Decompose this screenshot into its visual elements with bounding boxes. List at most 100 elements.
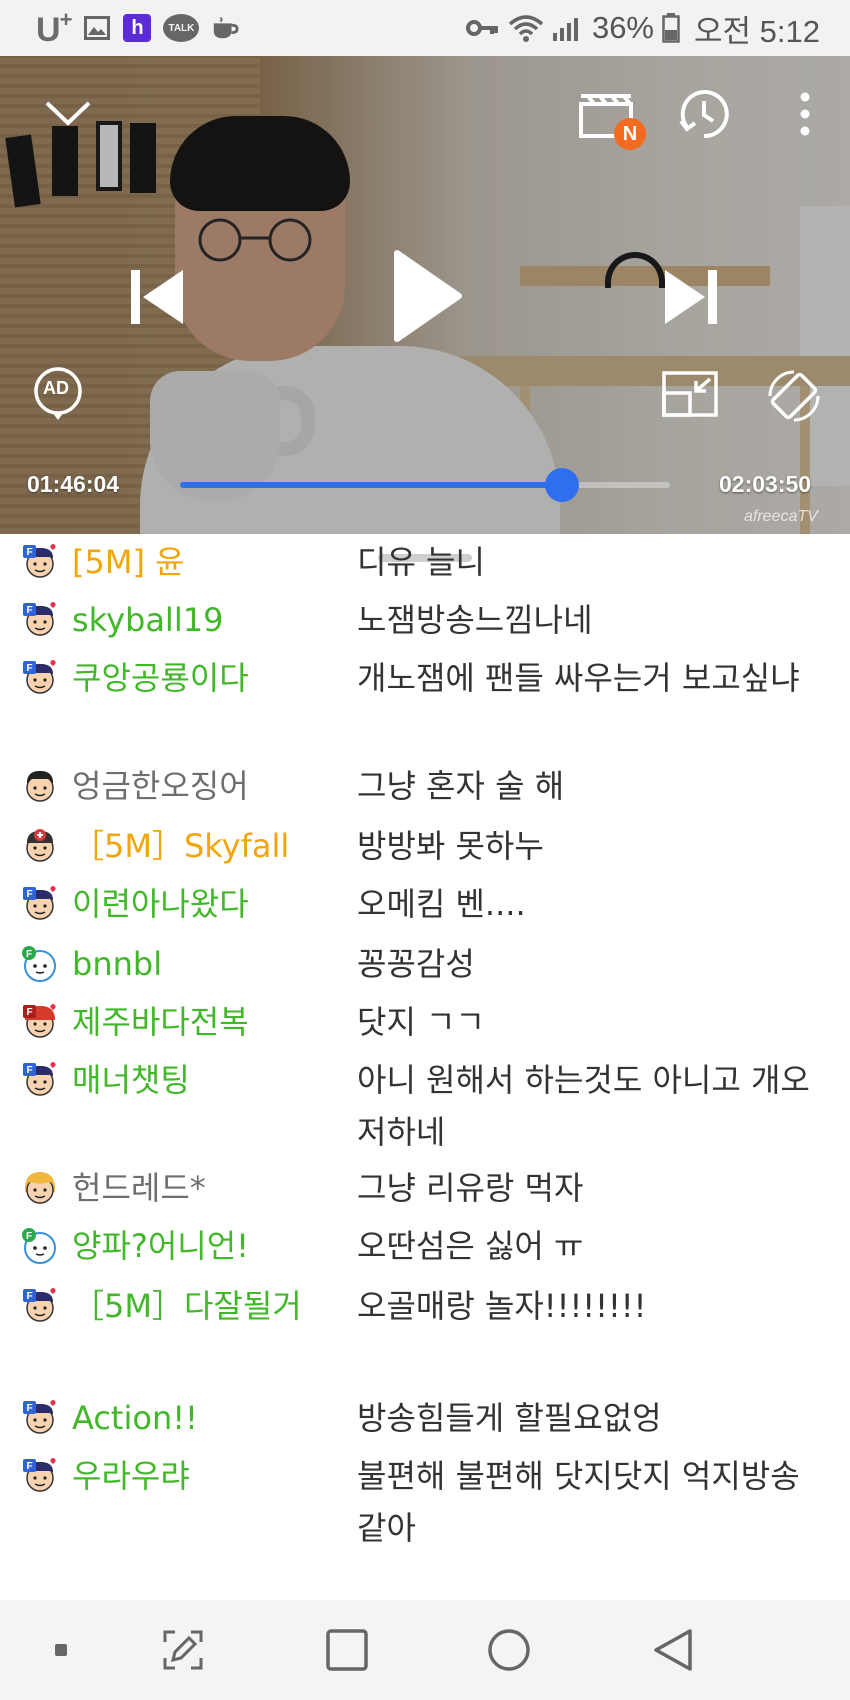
key-icon: [465, 15, 500, 41]
chat-message[interactable]: ［5M］Skyfall 방방봐 못하누: [0, 820, 850, 878]
chat-message[interactable]: F 매너챗팅 아니 원해서 하는것도 아니고 개오저하네: [0, 1054, 850, 1164]
chat-message[interactable]: F 쿠앙공룡이다 개노잼에 팬들 싸우는거 보고싶냐: [0, 652, 850, 762]
next-icon[interactable]: [660, 262, 722, 332]
chat-message-text: 방방봐 못하누: [357, 827, 544, 865]
chat-nickname[interactable]: 양파?어니언!: [72, 1220, 312, 1272]
user-avatar-icon[interactable]: F: [20, 600, 60, 640]
screenshot-edit-icon[interactable]: [158, 1625, 208, 1675]
svg-text:F: F: [26, 889, 32, 900]
home-icon[interactable]: [484, 1625, 534, 1675]
carrier-label: U+: [36, 6, 72, 49]
pip-icon[interactable]: [660, 368, 720, 420]
seek-bar-fill: [180, 482, 563, 488]
user-avatar-icon[interactable]: F: [20, 884, 60, 924]
chat-nickname[interactable]: bnnbl: [72, 938, 312, 990]
svg-text:F: F: [26, 949, 32, 960]
svg-text:F: F: [26, 1403, 32, 1414]
chat-nickname[interactable]: ［5M］다잘될거: [72, 1280, 312, 1332]
talk-icon: TALK: [163, 14, 200, 42]
chat-nickname[interactable]: 이련아나왔다: [72, 878, 312, 930]
chat-message[interactable]: F 양파?어니언! 오딴섬은 싫어 ㅠ: [0, 1220, 850, 1278]
chat-nickname[interactable]: 헌드레드*: [72, 1162, 312, 1214]
user-avatar-icon[interactable]: F: [20, 1398, 60, 1438]
signal-icon: [552, 15, 584, 41]
clock: 오전 5:12: [694, 13, 820, 49]
chat-message[interactable]: F ［5M］다잘될거 오골매랑 놀자!!!!!!!!: [0, 1280, 850, 1390]
user-avatar-icon[interactable]: F: [20, 1002, 60, 1042]
hbadge-icon: h: [123, 14, 152, 42]
new-badge: N: [614, 118, 646, 150]
history-clock-icon[interactable]: [676, 86, 732, 142]
chat-nickname[interactable]: 제주바다전복: [72, 996, 312, 1048]
chat-message[interactable]: 엉금한오징어 그냥 혼자 술 해: [0, 760, 850, 818]
chat-nickname[interactable]: 매너챗팅: [72, 1054, 312, 1106]
chat-message[interactable]: F 제주바다전복 닷지 ㄱㄱ: [0, 996, 850, 1054]
total-time: 02:03:50: [719, 471, 812, 497]
user-avatar-icon[interactable]: [20, 766, 60, 806]
svg-text:F: F: [26, 1231, 32, 1242]
user-avatar-icon[interactable]: [20, 826, 60, 866]
seek-thumb[interactable]: [545, 468, 580, 502]
svg-text:F: F: [26, 1291, 32, 1302]
battery-icon: [662, 13, 680, 43]
chat-nickname[interactable]: 엉금한오징어: [72, 760, 312, 812]
previous-icon[interactable]: [126, 262, 188, 332]
image-icon: [83, 15, 111, 41]
chat-message-text: 닷지 ㄱㄱ: [357, 1003, 485, 1041]
rotate-screen-icon[interactable]: [762, 364, 826, 428]
chat-message-text: 디유 늘니: [357, 543, 485, 581]
svg-text:F: F: [26, 663, 32, 674]
user-avatar-icon[interactable]: F: [20, 1286, 60, 1326]
battery-percent: 36%: [591, 10, 654, 45]
more-menu-icon[interactable]: [788, 86, 822, 142]
svg-text:F: F: [26, 1007, 32, 1018]
user-avatar-icon[interactable]: F: [20, 1226, 60, 1266]
chat-nickname[interactable]: ［5M］Skyfall: [72, 820, 312, 872]
chat-message[interactable]: F Action!! 방송힘들게 할필요없엉: [0, 1392, 850, 1450]
user-avatar-icon[interactable]: F: [20, 542, 60, 582]
user-avatar-icon[interactable]: F: [20, 1060, 60, 1100]
svg-text:F: F: [26, 605, 32, 616]
current-time: 01:46:04: [27, 471, 120, 497]
chat-message-text: 노잼방송느낌나네: [357, 601, 593, 639]
play-icon[interactable]: [388, 246, 468, 346]
collapse-chevron-icon[interactable]: [40, 86, 96, 142]
user-avatar-icon[interactable]: F: [20, 658, 60, 698]
chat-message-text: 그냥 혼자 술 해: [357, 767, 565, 805]
svg-text:F: F: [26, 1461, 32, 1472]
chat-message-text: 아니 원해서 하는것도 아니고 개오저하네: [357, 1061, 810, 1151]
user-avatar-icon[interactable]: F: [20, 1456, 60, 1496]
chat-message[interactable]: Fbnnbl 꽁꽁감성: [0, 938, 850, 996]
seek-bar[interactable]: [180, 468, 670, 502]
coffee-icon: [211, 15, 239, 41]
chat-nickname[interactable]: 쿠앙공룡이다: [72, 652, 312, 704]
watermark-logo: afreecaTV: [744, 508, 818, 525]
chat-message-text: 그냥 리유랑 먹자: [357, 1169, 584, 1207]
user-avatar-icon[interactable]: [20, 1168, 60, 1208]
svg-text:F: F: [26, 1065, 32, 1076]
chat-nickname[interactable]: Action!!: [72, 1392, 312, 1444]
back-icon[interactable]: [648, 1625, 698, 1675]
chat-message-text: 오메킴 벤....: [357, 885, 526, 923]
chat-message[interactable]: 헌드레드* 그냥 리유랑 먹자: [0, 1162, 850, 1220]
chat-nickname[interactable]: [5M] 윤: [72, 536, 312, 588]
chat-message[interactable]: Fskyball19 노잼방송느낌나네: [0, 594, 850, 652]
chat-message-text: 오딴섬은 싫어 ㅠ: [357, 1227, 584, 1265]
chat-nickname[interactable]: 우라우랴: [72, 1450, 312, 1502]
chat-message[interactable]: F 우라우랴 불편해 불편해 닷지닷지 억지방송같아: [0, 1450, 850, 1560]
wifi-icon: [508, 15, 544, 42]
chat-message-text: 개노잼에 팬들 싸우는거 보고싶냐: [357, 659, 800, 697]
ad-label: AD: [43, 378, 69, 398]
vod-list-button[interactable]: N: [572, 86, 646, 150]
recent-apps-icon[interactable]: [322, 1625, 372, 1675]
dot-icon[interactable]: [36, 1625, 86, 1675]
video-player[interactable]: N AD 01:46:04 02:03:50 afreecaTV: [0, 56, 850, 534]
chat-message[interactable]: F [5M] 윤 디유 늘니: [0, 536, 850, 594]
status-bar: U+ h TALK 36% 오전 5:12: [0, 0, 850, 56]
chat-panel[interactable]: F [5M] 윤 디유 늘니 Fskyball19 노잼방송느낌나네 F 쿠앙공룡이다 개노잼…: [0, 534, 850, 1600]
chat-message-text: 방송힘들게 할필요없엉: [357, 1399, 662, 1437]
user-avatar-icon[interactable]: F: [20, 944, 60, 984]
ad-icon[interactable]: AD: [30, 366, 86, 422]
chat-message[interactable]: F 이련아나왔다 오메킴 벤....: [0, 878, 850, 936]
chat-nickname[interactable]: skyball19: [72, 594, 312, 646]
